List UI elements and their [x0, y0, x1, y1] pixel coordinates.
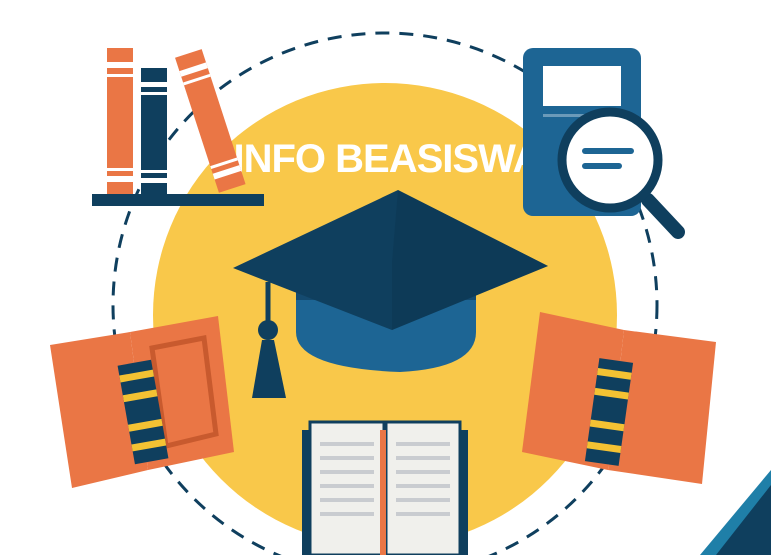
info-beasiswa-illustration: INFO BEASISWA: [50, 31, 771, 555]
banner-title: INFO BEASISWA: [233, 137, 540, 181]
open-book-bottom-icon: [302, 420, 468, 555]
corner-accent: [700, 470, 771, 555]
bookshelf-icon: [92, 48, 264, 206]
